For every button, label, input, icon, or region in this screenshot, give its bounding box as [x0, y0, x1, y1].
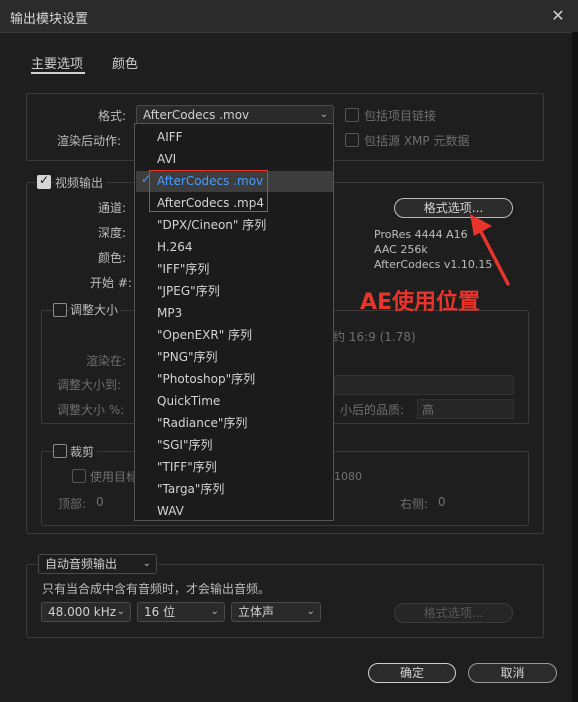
menu-item-avi[interactable]: AVI	[157, 149, 176, 169]
include-xmp-checkbox[interactable]	[345, 133, 359, 147]
start-number-label: 开始 #:	[90, 276, 132, 290]
resize-label: 调整大小	[70, 301, 122, 318]
bit-depth-value: 16 位	[144, 605, 176, 619]
crop-right-label: 右侧:	[400, 497, 429, 511]
menu-item-wav[interactable]: WAV	[157, 501, 184, 521]
use-roi-label: 使用目标	[90, 470, 139, 484]
video-output-checkbox[interactable]	[37, 173, 51, 189]
resize-percent-label: 调整大小 %:	[57, 403, 125, 417]
sample-rate-value: 48.000 kHz	[48, 605, 117, 619]
crop-top-value: 0	[96, 495, 104, 509]
menu-item-tiff[interactable]: "TIFF"序列	[157, 457, 217, 477]
include-xmp-label: 包括源 XMP 元数据	[364, 134, 470, 148]
audio-channels-value: 立体声	[238, 605, 275, 619]
menu-item-quicktime[interactable]: QuickTime	[157, 391, 220, 411]
channels-label: 通道:	[98, 201, 127, 215]
crop-top-label: 顶部:	[58, 497, 87, 511]
annotation-arrow-icon	[470, 214, 510, 286]
menu-item-openexr[interactable]: "OpenEXR" 序列	[157, 325, 252, 345]
format-value: AfterCodecs .mov	[143, 108, 250, 122]
aspect-ratio-text: 约 16:9 (1.78)	[333, 330, 416, 344]
tab-color[interactable]: 颜色	[112, 53, 138, 72]
menu-item-mp3[interactable]: MP3	[157, 303, 182, 323]
close-icon[interactable]: ✕	[548, 6, 568, 26]
menu-item-sgi[interactable]: "SGI"序列	[157, 435, 213, 455]
color-label: 颜色:	[98, 251, 127, 265]
resize-to-label: 调整大小到:	[57, 378, 122, 392]
crop-checkbox[interactable]	[53, 444, 67, 458]
bit-depth-dropdown[interactable]: 16 位 ⌄	[137, 602, 225, 622]
include-project-link-label: 包括项目链接	[364, 109, 437, 123]
annotation-highlight-box	[149, 170, 268, 212]
active-tab-underline	[31, 72, 85, 74]
annotation-label: AE使用位置	[360, 290, 481, 315]
resize-quality-label: 小后的品质:	[340, 403, 405, 417]
crop-label: 裁剪	[70, 443, 98, 460]
resize-checkbox[interactable]	[53, 303, 67, 317]
menu-item-aiff[interactable]: AIFF	[157, 127, 183, 147]
menu-item-png[interactable]: "PNG"序列	[157, 347, 218, 367]
codec-info-2: AAC 256k	[374, 243, 428, 256]
audio-output-mode-value: 自动音频输出	[45, 557, 118, 571]
chevron-down-icon: ⌄	[306, 606, 315, 617]
chevron-down-icon: ⌄	[210, 606, 219, 617]
menu-item-targa[interactable]: "Targa"序列	[157, 479, 224, 499]
format-dropdown[interactable]: AfterCodecs .mov ⌄	[136, 105, 334, 125]
include-project-link-checkbox[interactable]	[345, 108, 359, 122]
chevron-down-icon: ⌄	[142, 558, 151, 569]
menu-item-iff[interactable]: "IFF"序列	[157, 259, 209, 279]
audio-channels-dropdown[interactable]: 立体声 ⌄	[231, 602, 321, 622]
menu-item-photoshop[interactable]: "Photoshop"序列	[157, 369, 255, 389]
crop-right-value: 0	[438, 495, 446, 509]
audio-group	[26, 564, 544, 638]
window-edge	[572, 32, 578, 702]
audio-note: 只有当合成中含有音频时，才会输出音频。	[42, 582, 271, 596]
resize-quality-value: 高	[422, 403, 435, 417]
codec-info-1: ProRes 4444 A16	[374, 228, 468, 241]
crop-size-text: 1080	[334, 470, 362, 483]
audio-output-mode-dropdown[interactable]: 自动音频输出 ⌄	[38, 554, 157, 574]
cancel-button[interactable]: 取消	[468, 663, 557, 683]
render-at-label: 渲染在:	[86, 354, 127, 368]
audio-format-options-button[interactable]: 格式选项...	[394, 603, 513, 623]
menu-item-radiance[interactable]: "Radiance"序列	[157, 413, 247, 433]
tab-main-options[interactable]: 主要选项	[31, 53, 83, 72]
menu-item-jpeg[interactable]: "JPEG"序列	[157, 281, 220, 301]
post-render-label: 渲染后动作:	[57, 134, 122, 148]
chevron-down-icon: ⌄	[319, 109, 328, 120]
video-output-label: 视频输出	[55, 174, 107, 191]
sample-rate-dropdown[interactable]: 48.000 kHz ⌄	[41, 602, 131, 622]
depth-label: 深度:	[98, 226, 127, 240]
resize-preset-dropdown[interactable]	[334, 375, 514, 395]
resize-quality-dropdown[interactable]: 高	[417, 399, 514, 419]
menu-item-h264[interactable]: H.264	[157, 237, 193, 257]
window-title: 输出模块设置	[10, 12, 89, 27]
chevron-down-icon: ⌄	[116, 606, 125, 617]
ok-button[interactable]: 确定	[368, 663, 456, 683]
use-roi-checkbox[interactable]	[72, 469, 86, 483]
menu-item-dpx[interactable]: "DPX/Cineon" 序列	[157, 215, 266, 235]
format-label: 格式:	[98, 109, 127, 123]
